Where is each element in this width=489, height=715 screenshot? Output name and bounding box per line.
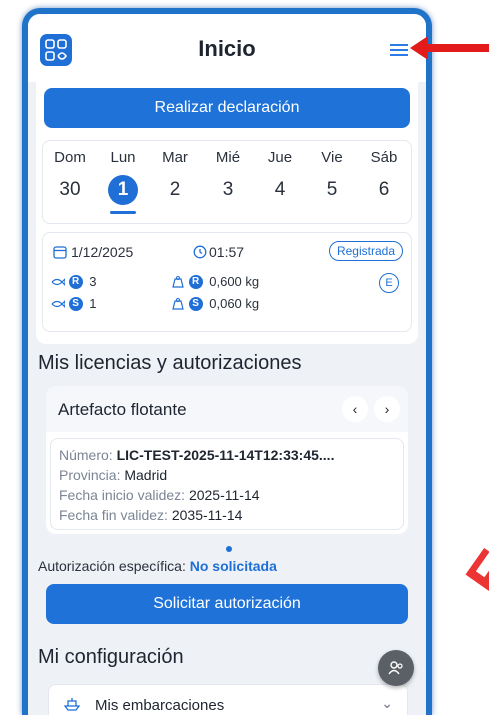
day-tuesday[interactable]: Mar 2 bbox=[150, 149, 200, 205]
licenses-section-title: Mis licencias y autorizaciones bbox=[38, 352, 302, 374]
my-boats-item[interactable]: Mis embarcaciones ⌄ bbox=[48, 684, 408, 715]
page-title: Inicio bbox=[198, 36, 256, 61]
r-count: 3 bbox=[89, 274, 97, 290]
specific-authorization: Autorización específica: No solicitada bbox=[38, 558, 277, 574]
s-weight-row: S 0,060 kg bbox=[171, 295, 259, 313]
day-name: Jue bbox=[267, 149, 293, 166]
day-friday[interactable]: Vie 5 bbox=[307, 149, 357, 205]
boat-icon bbox=[63, 698, 81, 711]
users-icon bbox=[388, 661, 403, 675]
previous-license-button[interactable]: ‹ bbox=[342, 396, 368, 422]
license-details[interactable]: Número: LIC-TEST-2025-11-14T12:33:45....… bbox=[50, 438, 404, 530]
day-number: 30 bbox=[59, 179, 81, 200]
fish-icon bbox=[51, 277, 65, 286]
r-weight: 0,600 kg bbox=[209, 274, 260, 290]
license-end-date: Fecha fin validez: 2035-11-14 bbox=[59, 507, 243, 523]
authorization-status: No solicitada bbox=[189, 558, 277, 574]
day-name: Mié bbox=[215, 149, 241, 166]
day-number: 4 bbox=[274, 179, 286, 200]
day-number-selected: 1 bbox=[108, 175, 138, 205]
s-count: 1 bbox=[89, 296, 97, 312]
make-declaration-button[interactable]: Realizar declaración bbox=[44, 88, 410, 128]
license-start-date: Fecha inicio validez: 2025-11-14 bbox=[59, 487, 260, 503]
week-calendar: Dom 30 Lun 1 Mar 2 Mié 3 Jue 4 Vie 5 Sáb… bbox=[42, 140, 412, 224]
s-badge: S bbox=[68, 296, 83, 311]
next-license-button[interactable]: › bbox=[374, 396, 400, 422]
day-number: 6 bbox=[378, 179, 390, 200]
e-badge: E bbox=[379, 273, 399, 293]
day-name: Mar bbox=[162, 149, 188, 166]
day-name: Sáb bbox=[370, 149, 398, 166]
app-header: Inicio bbox=[28, 14, 426, 82]
license-number: Número: LIC-TEST-2025-11-14T12:33:45.... bbox=[59, 447, 335, 463]
s-weight: 0,060 kg bbox=[209, 296, 260, 312]
day-sunday[interactable]: Dom 30 bbox=[45, 149, 95, 205]
license-type-title: Artefacto flotante bbox=[58, 400, 187, 419]
chat-fab-button[interactable] bbox=[378, 650, 414, 686]
r-count-row: R 3 bbox=[51, 273, 96, 291]
day-thursday[interactable]: Jue 4 bbox=[255, 149, 305, 205]
clock-icon bbox=[193, 245, 207, 259]
selected-day-indicator bbox=[110, 211, 136, 214]
status-badge: Registrada bbox=[328, 241, 403, 261]
watermark: ECP bbox=[452, 469, 489, 610]
day-number: 3 bbox=[222, 179, 234, 200]
day-saturday[interactable]: Sáb 6 bbox=[359, 149, 409, 205]
day-number: 2 bbox=[169, 179, 181, 200]
license-card-header: Artefacto flotante ‹ › bbox=[46, 386, 408, 432]
declaration-date: 1/12/2025 bbox=[71, 244, 134, 260]
license-province: Provincia: Madrid bbox=[59, 467, 168, 483]
annotation-arrow-icon bbox=[410, 36, 489, 60]
day-wednesday[interactable]: Mié 3 bbox=[203, 149, 253, 205]
day-monday[interactable]: Lun 1 bbox=[98, 149, 148, 214]
hamburger-menu-icon[interactable] bbox=[390, 44, 408, 56]
declaration-summary[interactable]: 1/12/2025 01:57 Registrada R 3 R 0,600 k… bbox=[42, 232, 412, 332]
r-badge: R bbox=[68, 274, 83, 289]
s-count-row: S 1 bbox=[51, 295, 96, 313]
declaration-time: 01:57 bbox=[209, 244, 245, 260]
request-authorization-button[interactable]: Solicitar autorización bbox=[46, 584, 408, 624]
fish-icon bbox=[51, 299, 65, 308]
scale-icon bbox=[172, 297, 184, 310]
my-boats-label: Mis embarcaciones bbox=[95, 697, 225, 714]
day-name: Lun bbox=[110, 149, 136, 166]
day-number: 5 bbox=[326, 179, 338, 200]
carousel-indicator[interactable] bbox=[226, 546, 232, 552]
declaration-card: Realizar declaración Dom 30 Lun 1 Mar 2 … bbox=[36, 82, 418, 344]
config-section-title: Mi configuración bbox=[38, 646, 184, 668]
r-weight-row: R 0,600 kg bbox=[171, 273, 259, 291]
day-name: Vie bbox=[321, 149, 343, 166]
calendar-icon bbox=[53, 246, 67, 259]
scale-icon bbox=[172, 275, 184, 288]
r-badge: R bbox=[188, 274, 203, 289]
app-screen: Inicio Realizar declaración Dom 30 Lun 1… bbox=[28, 14, 426, 715]
license-card: Artefacto flotante ‹ › Número: LIC-TEST-… bbox=[46, 386, 408, 534]
day-name: Dom bbox=[54, 149, 86, 166]
s-badge: S bbox=[188, 296, 203, 311]
chevron-down-icon: ⌄ bbox=[381, 695, 393, 711]
phone-frame: Inicio Realizar declaración Dom 30 Lun 1… bbox=[22, 8, 432, 715]
